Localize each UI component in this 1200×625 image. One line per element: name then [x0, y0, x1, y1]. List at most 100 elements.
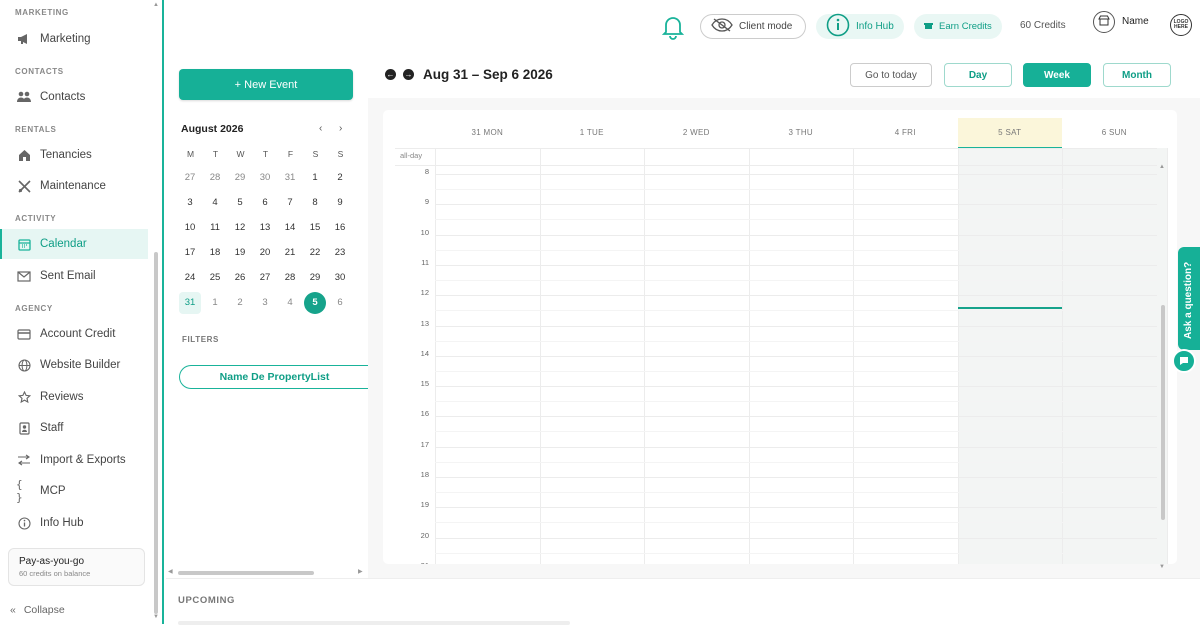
- mini-day-cell[interactable]: 30: [329, 267, 351, 289]
- mini-day-cell[interactable]: 27: [179, 167, 201, 189]
- mini-day-cell[interactable]: 11: [204, 217, 226, 239]
- day-column-header[interactable]: 5 SAT: [957, 118, 1062, 148]
- user-name[interactable]: Name: [1122, 16, 1149, 27]
- mini-day-cell[interactable]: 16: [329, 217, 351, 239]
- sidebar-scrollbar[interactable]: ▲ ▼: [152, 0, 160, 624]
- mini-day-cell[interactable]: 10: [179, 217, 201, 239]
- mini-day-cell[interactable]: 17: [179, 242, 201, 264]
- month-view-button[interactable]: Month: [1103, 63, 1171, 87]
- mini-day-cell[interactable]: 3: [179, 192, 201, 214]
- week-view-button[interactable]: Week: [1023, 63, 1091, 87]
- go-to-today-button[interactable]: Go to today: [850, 63, 932, 87]
- sidebar-item-calendar[interactable]: Calendar: [0, 229, 148, 259]
- chat-icon[interactable]: [1172, 349, 1196, 373]
- mini-day-cell[interactable]: 3: [254, 292, 276, 314]
- upcoming-scrollbar[interactable]: [178, 621, 570, 625]
- bell-icon[interactable]: [661, 14, 685, 45]
- day-column-header[interactable]: 4 FRI: [853, 118, 958, 148]
- sidebar-item-staff[interactable]: Staff: [0, 413, 148, 443]
- mini-day-cell[interactable]: 20: [254, 242, 276, 264]
- mini-day-cell[interactable]: 5: [304, 292, 326, 314]
- calendar-scrollbar[interactable]: ▲ ▼: [1158, 110, 1168, 572]
- people-icon: [16, 89, 32, 105]
- day-column-header[interactable]: 31 MON: [435, 118, 540, 148]
- day-column-header[interactable]: 1 TUE: [540, 118, 645, 148]
- sidebar-item-tenancies[interactable]: Tenancies: [0, 140, 148, 170]
- sidebar-item-sent-email[interactable]: Sent Email: [0, 261, 148, 291]
- mini-day-cell[interactable]: 31: [179, 292, 201, 314]
- mini-day-cell[interactable]: 28: [204, 167, 226, 189]
- scrollbar-thumb[interactable]: [1161, 305, 1165, 520]
- sidebar-item-import-exports[interactable]: Import & Exports: [0, 445, 148, 475]
- mini-day-cell[interactable]: 1: [304, 167, 326, 189]
- mini-day-cell[interactable]: 25: [204, 267, 226, 289]
- mini-day-cell[interactable]: 30: [254, 167, 276, 189]
- day-column-header[interactable]: 2 WED: [644, 118, 749, 148]
- mini-day-cell[interactable]: 24: [179, 267, 201, 289]
- mini-day-cell[interactable]: 4: [204, 192, 226, 214]
- mini-next-icon[interactable]: ›: [339, 123, 342, 134]
- mini-day-cell[interactable]: 23: [329, 242, 351, 264]
- mini-day-cell[interactable]: 6: [254, 192, 276, 214]
- mini-day-cell[interactable]: 26: [229, 267, 251, 289]
- mini-day-cell[interactable]: 29: [229, 167, 251, 189]
- day-column-header[interactable]: 6 SUN: [1062, 118, 1167, 148]
- mini-day-cell[interactable]: 2: [229, 292, 251, 314]
- sidebar-item-maintenance[interactable]: Maintenance: [0, 171, 148, 201]
- scroll-up-icon[interactable]: ▲: [1159, 164, 1165, 170]
- hour-line: [435, 295, 1157, 297]
- sidebar-item-account-credit[interactable]: Account Credit: [0, 319, 148, 349]
- mini-day-cell[interactable]: 1: [204, 292, 226, 314]
- mini-day-cell[interactable]: 8: [304, 192, 326, 214]
- info-hub-button[interactable]: Info Hub: [816, 13, 904, 39]
- week-grid[interactable]: all-day 31 MON 1 TUE 2 WED 3 THU 4 FRI 5 SAT 6…: [383, 110, 1177, 564]
- property-filter-button[interactable]: Name De PropertyList: [179, 365, 369, 389]
- mini-day-cell[interactable]: 6: [329, 292, 351, 314]
- mini-day-cell[interactable]: 21: [279, 242, 301, 264]
- sidebar-item-marketing[interactable]: Marketing: [0, 24, 148, 54]
- scrollbar-thumb[interactable]: [154, 252, 158, 614]
- scroll-left-icon[interactable]: ◀: [168, 568, 173, 575]
- earn-credits-button[interactable]: Earn Credits: [914, 14, 1002, 39]
- mini-day-cell[interactable]: 29: [304, 267, 326, 289]
- weekday-label: M: [186, 149, 195, 159]
- collapse-button[interactable]: « Collapse: [10, 604, 65, 616]
- mini-day-cell[interactable]: 2: [329, 167, 351, 189]
- sidebar-item-info-hub[interactable]: Info Hub: [0, 508, 148, 538]
- day-column-header[interactable]: 3 THU: [749, 118, 854, 148]
- day-view-button[interactable]: Day: [944, 63, 1012, 87]
- mini-day-cell[interactable]: 15: [304, 217, 326, 239]
- mini-prev-icon[interactable]: ‹: [319, 123, 322, 134]
- scroll-right-icon[interactable]: ▶: [358, 568, 363, 575]
- ask-a-question-tab[interactable]: Ask a question?: [1178, 247, 1200, 350]
- sidebar-item-contacts[interactable]: Contacts: [0, 82, 148, 112]
- mini-day-cell[interactable]: 12: [229, 217, 251, 239]
- sidebar-item-mcp[interactable]: { } MCP: [0, 476, 148, 506]
- mini-day-cell[interactable]: 9: [329, 192, 351, 214]
- scroll-up-icon[interactable]: ▲: [152, 2, 160, 8]
- pay-as-you-go-card[interactable]: Pay-as-you-go 60 credits on balance: [8, 548, 145, 586]
- sidebar-item-reviews[interactable]: Reviews: [0, 382, 148, 412]
- scrollbar-thumb[interactable]: [178, 571, 314, 575]
- mini-day-cell[interactable]: 27: [254, 267, 276, 289]
- scroll-down-icon[interactable]: ▼: [1159, 564, 1165, 570]
- new-event-button[interactable]: + New Event: [179, 69, 353, 100]
- mini-day-cell[interactable]: 5: [229, 192, 251, 214]
- mini-day-cell[interactable]: 31: [279, 167, 301, 189]
- mini-day-cell[interactable]: 18: [204, 242, 226, 264]
- sidebar-item-website-builder[interactable]: Website Builder: [0, 350, 148, 380]
- next-week-icon[interactable]: →: [403, 69, 414, 80]
- mini-day-cell[interactable]: 22: [304, 242, 326, 264]
- mini-day-cell[interactable]: 4: [279, 292, 301, 314]
- prev-week-icon[interactable]: ←: [385, 69, 396, 80]
- user-avatar[interactable]: [1093, 11, 1115, 33]
- sidebar-item-label: Import & Exports: [40, 454, 126, 466]
- mini-day-cell[interactable]: 7: [279, 192, 301, 214]
- side-panel-scrollbar[interactable]: ◀ ▶: [166, 568, 366, 576]
- client-mode-toggle[interactable]: Client mode: [700, 14, 806, 39]
- mini-day-cell[interactable]: 19: [229, 242, 251, 264]
- mini-day-cell[interactable]: 28: [279, 267, 301, 289]
- scroll-down-icon[interactable]: ▼: [152, 614, 160, 620]
- mini-day-cell[interactable]: 14: [279, 217, 301, 239]
- mini-day-cell[interactable]: 13: [254, 217, 276, 239]
